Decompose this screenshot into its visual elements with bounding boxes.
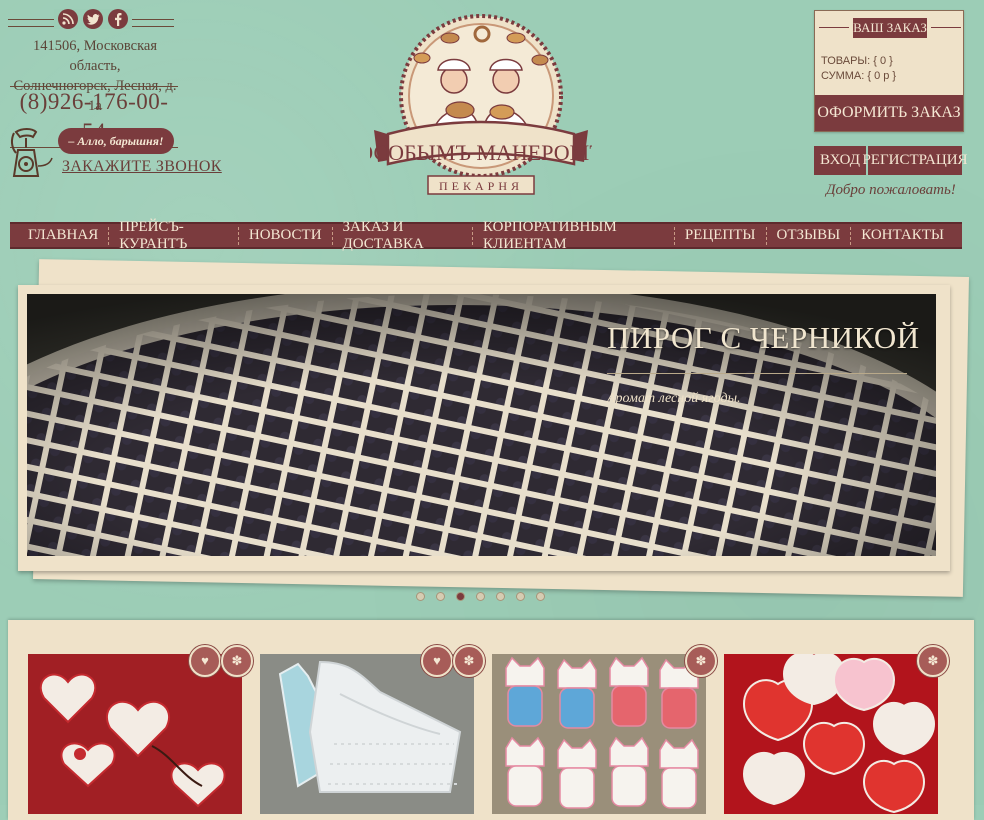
product-card-wedding-dress-cookies[interactable] <box>260 654 474 814</box>
slide-title: ПИРОГ С ЧЕРНИКОЙ <box>607 320 920 355</box>
nav-home[interactable]: ГЛАВНАЯ <box>18 226 108 245</box>
nav-reviews[interactable]: ОТЗЫВЫ <box>767 226 851 245</box>
rss-icon[interactable] <box>58 9 78 29</box>
cart-widget: ВАШ ЗАКАЗ ТОВАРЫ: { 0 } СУММА: { 0 р } О… <box>814 10 964 132</box>
slider-dot-active[interactable] <box>456 592 465 601</box>
register-button[interactable]: РЕГИСТРАЦИЯ <box>862 146 968 175</box>
nav-order-delivery[interactable]: ЗАКАЗ И ДОСТАВКА <box>333 219 473 252</box>
auth-buttons: ВХОД РЕГИСТРАЦИЯ <box>814 146 968 175</box>
slider-dot[interactable] <box>416 592 425 601</box>
product-card-cat-cookies[interactable] <box>492 654 706 814</box>
bakery-logo[interactable]: ОСОБЫМЪ МАНЕРОМЪ ПЕКАРНЯ <box>357 8 605 202</box>
social-links <box>54 9 132 29</box>
maple-leaf-icon[interactable]: ✽ <box>917 645 949 677</box>
twitter-icon[interactable] <box>83 9 103 29</box>
slide-divider <box>607 373 907 374</box>
welcome-text: Добро пожаловать! <box>826 182 956 198</box>
vintage-phone-icon <box>8 126 56 182</box>
cart-title: ВАШ ЗАКАЗ <box>819 18 961 38</box>
nav-price-list[interactable]: ПРЕЙСЪ-КУРАНТЪ <box>109 219 238 252</box>
cart-sum: СУММА: { 0 р } <box>821 70 897 82</box>
slide-subtitle: Аромат лесной ягоды. <box>607 391 741 406</box>
nav-recipes[interactable]: РЕЦЕПТЫ <box>675 226 766 245</box>
nav-news[interactable]: НОВОСТИ <box>239 226 332 245</box>
product-card-heart-cookies[interactable] <box>28 654 242 814</box>
heart-icon[interactable]: ♥ <box>421 645 453 677</box>
maple-leaf-icon[interactable]: ✽ <box>685 645 717 677</box>
product-card-rose-cookies[interactable] <box>724 654 938 814</box>
cart-goods-count: ТОВАРЫ: { 0 } <box>821 55 893 67</box>
request-callback-link[interactable]: ЗАКАЖИТЕ ЗВОНОК <box>62 158 222 176</box>
maple-leaf-icon[interactable]: ✽ <box>221 645 253 677</box>
nav-contacts[interactable]: КОНТАКТЫ <box>851 226 954 245</box>
heart-icon[interactable]: ♥ <box>189 645 221 677</box>
login-button[interactable]: ВХОД <box>814 146 868 175</box>
slider-dot[interactable] <box>436 592 445 601</box>
slider-pagination <box>416 592 545 601</box>
slider-dot[interactable] <box>536 592 545 601</box>
facebook-icon[interactable] <box>108 9 128 29</box>
address-line-1: 141506, Московская область, <box>32 38 157 74</box>
slider-dot[interactable] <box>516 592 525 601</box>
phone-speech-bubble: – Алло, барышня! <box>58 128 174 154</box>
slider-dot[interactable] <box>476 592 485 601</box>
maple-leaf-icon[interactable]: ✽ <box>453 645 485 677</box>
nav-corporate[interactable]: КОРПОРАТИВНЫМ КЛИЕНТАМ <box>473 219 674 252</box>
slider-dot[interactable] <box>496 592 505 601</box>
main-nav: ГЛАВНАЯ ПРЕЙСЪ-КУРАНТЪ НОВОСТИ ЗАКАЗ И Д… <box>10 219 962 252</box>
logo-name: ОСОБЫМЪ МАНЕРОМЪ <box>370 140 592 165</box>
checkout-button[interactable]: ОФОРМИТЬ ЗАКАЗ <box>815 95 963 131</box>
logo-subtitle: ПЕКАРНЯ <box>439 179 523 193</box>
